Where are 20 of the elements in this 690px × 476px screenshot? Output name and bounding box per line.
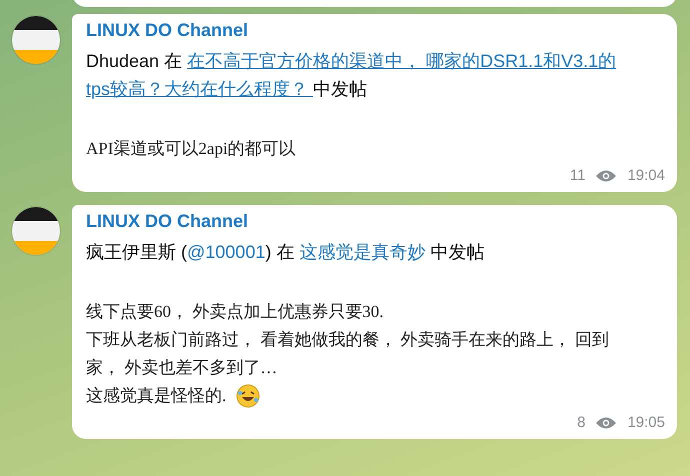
eye-icon xyxy=(595,416,618,430)
message-text: API渠道或可以2api的都可以 xyxy=(86,138,296,160)
eye-icon xyxy=(595,168,618,182)
channel-name[interactable]: LINUX DO Channel xyxy=(86,211,248,232)
message-time: 19:05 xyxy=(627,414,665,431)
message-text: 下班从老板门前路过， 看着她做我的餐， 外卖骑手在来的路上， 回到家， 外卖也差不多到了… xyxy=(86,329,610,379)
channel-name[interactable]: LINUX DO Channel xyxy=(86,20,248,41)
post-notice: Dhudean 在 在不高于官方价格的渠道中， 哪家的DSR1.1和V3.1的 tps较高？大约在什么程度？ 中发帖 xyxy=(86,50,618,101)
topic-link[interactable]: tps较高？大约在什么程度？ xyxy=(86,79,314,99)
view-count: 8 xyxy=(577,414,586,431)
topic-link[interactable]: 在不高于官方价格的渠道中， 哪家的DSR1.1和V3.1的 xyxy=(187,51,616,71)
topic-link[interactable]: 这感觉是真奇妙 xyxy=(299,242,426,262)
message-time: 19:04 xyxy=(627,167,665,184)
view-count: 11 xyxy=(570,167,586,184)
channel-avatar-icon[interactable] xyxy=(12,16,60,64)
message-text: 这感觉真是怪怪的. xyxy=(86,385,226,407)
post-notice: 疯王伊里斯 (@100001) 在 这感觉是真奇妙 中发帖 xyxy=(86,241,486,264)
mention-link[interactable]: @100001 xyxy=(187,242,266,262)
message-text: 线下点要60， 外卖点加上优惠券只要30. xyxy=(86,301,384,323)
channel-avatar-icon[interactable] xyxy=(12,207,60,255)
